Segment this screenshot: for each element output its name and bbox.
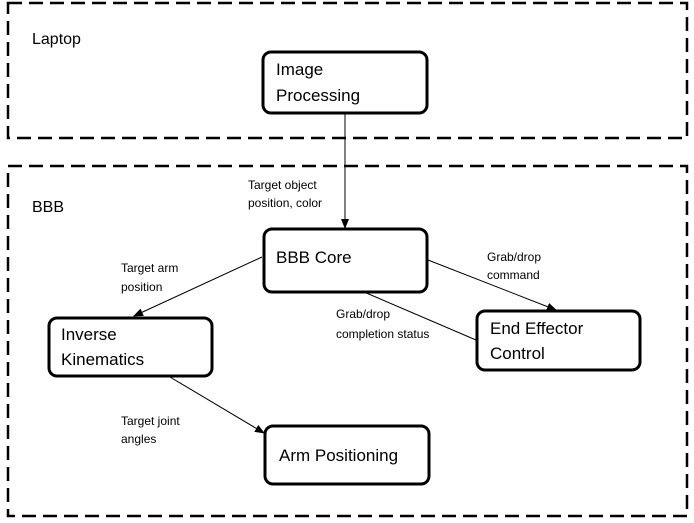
node-label: Processing <box>276 86 360 105</box>
node-label: BBB Core <box>276 248 352 267</box>
laptop-zone-label: Laptop <box>32 31 81 48</box>
edge-label: Target arm <box>121 261 178 275</box>
edge-label: Target joint <box>121 414 180 428</box>
bbb-zone-label: BBB <box>32 199 64 216</box>
node-label: Image <box>276 60 323 79</box>
edge-label: Target object <box>248 178 317 192</box>
edge-label: position <box>121 280 162 294</box>
edge-label: Grab/drop <box>487 250 541 264</box>
node-label: Kinematics <box>61 350 144 369</box>
node-label: Arm Positioning <box>279 446 398 465</box>
edge-ik-to-arm <box>169 376 265 434</box>
node-label: End Effector <box>490 319 584 338</box>
node-label: Inverse <box>61 325 117 344</box>
edge-label: Grab/drop <box>336 307 390 321</box>
edge-label: command <box>487 268 540 282</box>
system-diagram: Laptop BBB Image Processing BBB Core Inv… <box>6 1 689 518</box>
edge-label: angles <box>121 432 156 446</box>
edge-label: position, color <box>248 196 322 210</box>
node-label: Control <box>490 344 545 363</box>
edge-label: completion status <box>336 327 429 341</box>
